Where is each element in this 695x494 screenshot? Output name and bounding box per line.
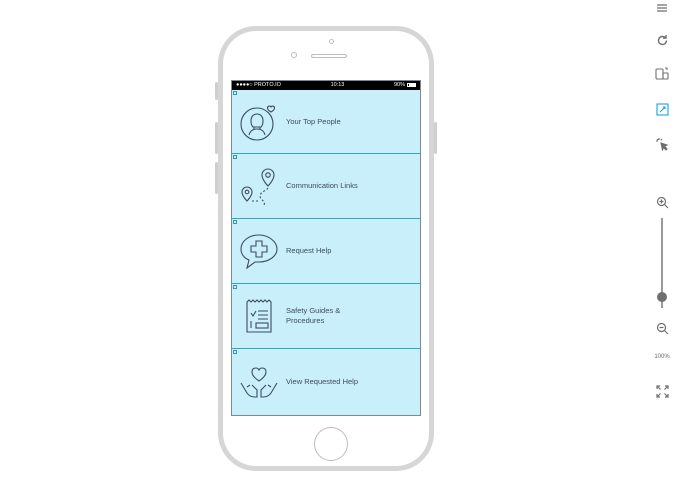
hamburger-icon (657, 4, 667, 12)
rotate-device-button[interactable] (650, 64, 674, 84)
phone-power-button (434, 122, 437, 154)
status-bar: ●●●●○ PROTO.IO 10:13 90% (232, 81, 420, 90)
app-screen: ●●●●○ PROTO.IO 10:13 90% Your Top People (231, 80, 421, 416)
zoom-in-icon (656, 196, 668, 208)
hotspot-marker (233, 91, 237, 95)
battery-percent: 90% (393, 82, 405, 88)
hotspot-marker (233, 285, 237, 289)
location-route-icon (238, 165, 280, 207)
tile-your-top-people[interactable]: Your Top People (232, 90, 420, 154)
phone-volume-up (215, 122, 218, 154)
tile-safety-guides[interactable]: Safety Guides & Procedures (232, 284, 420, 349)
phone-sensor (291, 52, 297, 58)
zoom-level: 100% (654, 354, 670, 360)
hotspots-toggle[interactable] (650, 99, 674, 119)
phone-mute-switch (215, 82, 218, 100)
tile-label: Request Help (286, 246, 332, 255)
tile-request-help[interactable]: Request Help (232, 219, 420, 284)
zoom-out-icon (656, 322, 668, 334)
tile-communication-links[interactable]: Communication Links (232, 154, 420, 219)
reload-button[interactable] (650, 30, 674, 50)
tile-label: Your Top People (286, 116, 341, 126)
cursor-click-icon (656, 138, 669, 151)
hotspot-marker (233, 220, 237, 224)
refresh-icon (657, 34, 667, 45)
hotspot-marker (233, 155, 237, 159)
fit-screen-button[interactable] (650, 381, 674, 401)
tile-label: View Requested Help (286, 376, 358, 386)
battery-icon (407, 82, 416, 87)
tile-label: Communication Links (286, 181, 358, 190)
person-heart-icon (238, 101, 280, 143)
tile-view-requested-help[interactable]: View Requested Help (232, 349, 420, 414)
zoom-slider-handle[interactable] (657, 292, 667, 303)
battery-indicator: 90% (394, 81, 416, 90)
hands-heart-icon (238, 361, 280, 403)
checklist-clipboard-icon (238, 295, 280, 337)
phone-volume-down (215, 162, 218, 194)
preview-toolbar: 100% (650, 0, 674, 494)
zoom-out-button[interactable] (650, 318, 674, 338)
medical-speech-icon (238, 230, 280, 272)
rotate-device-icon (655, 67, 669, 80)
hotspot-marker (233, 350, 237, 354)
carrier-label: ●●●●○ PROTO.IO (236, 82, 281, 88)
menu-button[interactable] (650, 0, 674, 18)
phone-camera (329, 39, 334, 44)
interactions-button[interactable] (650, 134, 674, 154)
tile-label: Safety Guides & Procedures (286, 306, 341, 325)
hotspot-icon (655, 102, 669, 116)
phone-speaker (311, 54, 347, 58)
phone-home-button[interactable] (314, 427, 348, 461)
zoom-in-button[interactable] (650, 192, 674, 212)
status-time: 10:13 (330, 82, 345, 88)
expand-icon (655, 384, 669, 398)
